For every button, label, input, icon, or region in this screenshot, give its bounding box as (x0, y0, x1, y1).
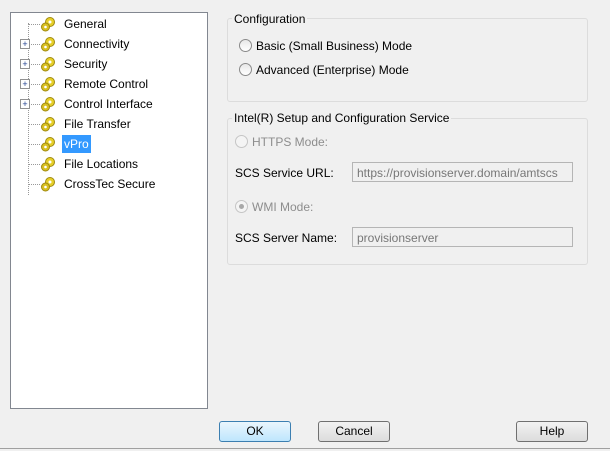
tree-connector (29, 84, 40, 85)
tree-item-label: File Transfer (64, 117, 131, 131)
tree-connector (29, 144, 40, 145)
gear-icon (40, 116, 56, 132)
tree-item-label: Control Interface (64, 97, 153, 111)
configuration-title: Configuration (232, 12, 308, 26)
tree-item-label: Remote Control (64, 77, 149, 91)
help-button[interactable]: Help (516, 421, 588, 442)
tree-item-label: CrossTec Secure (64, 177, 156, 191)
expand-icon[interactable]: + (20, 79, 30, 89)
gear-icon (40, 96, 56, 112)
tree-connector (29, 164, 40, 165)
wmi-mode-radio[interactable]: WMI Mode: (235, 200, 313, 214)
scs-url-label: SCS Service URL: (235, 166, 334, 180)
tree-item[interactable]: + Remote Control (11, 75, 201, 93)
tree-item[interactable]: vPro (11, 135, 201, 153)
tree-item[interactable]: File Transfer (11, 115, 201, 133)
radio-icon (235, 135, 248, 148)
wmi-mode-label: WMI Mode: (252, 200, 314, 214)
scs-server-input[interactable]: provisionserver (352, 227, 573, 247)
advanced-mode-label: Advanced (Enterprise) Mode (256, 63, 409, 77)
gear-icon (40, 36, 56, 52)
tree-connector (29, 104, 40, 105)
tree-connector (29, 64, 40, 65)
advanced-mode-radio[interactable]: Advanced (Enterprise) Mode (239, 63, 409, 77)
expand-icon[interactable]: + (20, 39, 30, 49)
gear-icon (40, 16, 56, 32)
tree-item[interactable]: File Locations (11, 155, 201, 173)
tree-item[interactable]: CrossTec Secure (11, 175, 201, 193)
tree-item-label: File Locations (64, 157, 139, 171)
tree-item-label: Connectivity (64, 37, 130, 51)
tree-connector (29, 124, 40, 125)
tree-item-label: Security (64, 57, 108, 71)
https-mode-label: HTTPS Mode: (252, 135, 329, 149)
tree-connector (29, 24, 40, 25)
tree-connector (29, 44, 40, 45)
gear-icon (40, 156, 56, 172)
configuration-group (227, 18, 588, 102)
expand-icon[interactable]: + (20, 99, 30, 109)
gear-icon (40, 136, 56, 152)
tree-item[interactable]: + Security (11, 55, 201, 73)
tree-connector (29, 184, 40, 185)
gear-icon (40, 56, 56, 72)
basic-mode-radio[interactable]: Basic (Small Business) Mode (239, 39, 412, 53)
tree-item[interactable]: + Control Interface (11, 95, 201, 113)
bottom-divider (0, 448, 610, 449)
scs-title: Intel(R) Setup and Configuration Service (232, 111, 452, 125)
gear-icon (40, 76, 56, 92)
tree-item-label: General (64, 17, 107, 31)
settings-tree[interactable]: General + Connectivity + Security + Remote Con… (10, 12, 208, 409)
cancel-button[interactable]: Cancel (318, 421, 390, 442)
radio-icon (239, 63, 252, 76)
ok-button[interactable]: OK (219, 421, 291, 442)
tree-item-label: vPro (62, 135, 91, 153)
tree-item[interactable]: + Connectivity (11, 35, 201, 53)
expand-icon[interactable]: + (20, 59, 30, 69)
tree-item[interactable]: General (11, 15, 201, 33)
scs-url-input[interactable]: https://provisionserver.domain/amtscs (352, 162, 573, 182)
https-mode-radio[interactable]: HTTPS Mode: (235, 135, 328, 149)
radio-icon (235, 200, 248, 213)
radio-icon (239, 39, 252, 52)
scs-server-label: SCS Server Name: (235, 231, 338, 245)
gear-icon (40, 176, 56, 192)
basic-mode-label: Basic (Small Business) Mode (256, 39, 413, 53)
